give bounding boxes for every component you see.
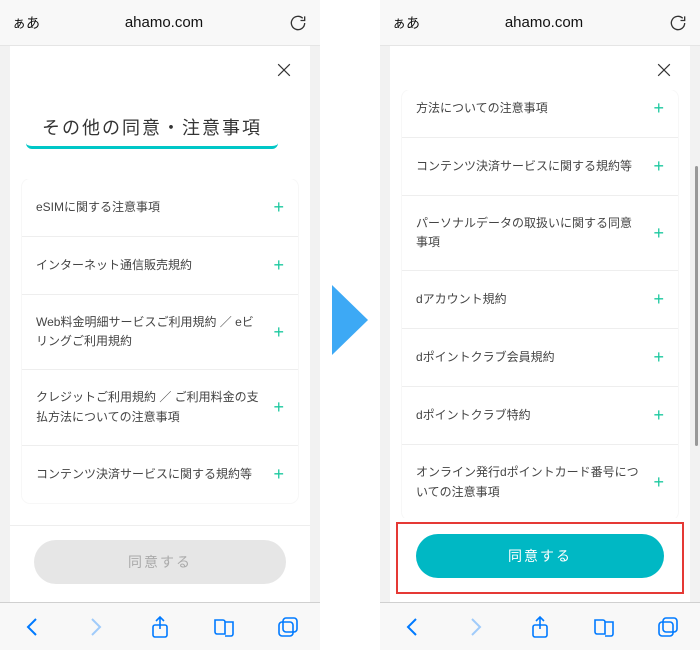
app-frame: 方法についての注意事項 + コンテンツ決済サービスに関する規約等 + パーソナル… xyxy=(390,46,690,602)
expand-icon[interactable]: + xyxy=(653,223,664,244)
back-icon[interactable] xyxy=(20,615,44,639)
agreement-row[interactable]: クレジットご利用規約 ／ ご利用料金の支払方法についての注意事項 + xyxy=(22,370,298,445)
tabs-icon[interactable] xyxy=(276,615,300,639)
text-size-button[interactable]: ぁあ xyxy=(392,13,420,33)
agreement-row[interactable]: Web料金明細サービスご利用規約 ／ eビリングご利用規約 + xyxy=(22,295,298,370)
expand-icon[interactable]: + xyxy=(653,347,664,368)
expand-icon[interactable]: + xyxy=(273,197,284,218)
agreement-label: インターネット通信販売規約 xyxy=(36,256,261,275)
expand-icon[interactable]: + xyxy=(273,255,284,276)
expand-icon[interactable]: + xyxy=(273,397,284,418)
forward-icon xyxy=(84,615,108,639)
close-icon[interactable] xyxy=(654,60,674,80)
agreement-label: パーソナルデータの取扱いに関する同意事項 xyxy=(416,214,641,252)
agree-button-disabled: 同意する xyxy=(34,540,286,584)
text-size-button[interactable]: ぁあ xyxy=(12,13,40,33)
safari-bottom-bar xyxy=(0,602,320,650)
expand-icon[interactable]: + xyxy=(653,289,664,310)
phone-screen-left: ぁあ ahamo.com その他の同意・注意事項 xyxy=(0,0,320,650)
expand-icon[interactable]: + xyxy=(653,405,664,426)
bookmarks-icon[interactable] xyxy=(212,615,236,639)
agreement-row[interactable]: オンライン発行dポイントカード番号についての注意事項 + xyxy=(402,445,678,518)
agreement-row[interactable]: 方法についての注意事項 + xyxy=(402,90,678,138)
bookmarks-icon[interactable] xyxy=(592,615,616,639)
reload-icon[interactable] xyxy=(288,13,308,33)
address-bar-url[interactable]: ahamo.com xyxy=(505,14,583,31)
back-icon[interactable] xyxy=(400,615,424,639)
section-title: その他の同意・注意事項 xyxy=(26,90,278,149)
close-icon[interactable] xyxy=(274,60,294,80)
safari-top-bar: ぁあ ahamo.com xyxy=(380,0,700,46)
agreement-row[interactable]: dポイントクラブ特約 + xyxy=(402,387,678,445)
agreement-row[interactable]: コンテンツ決済サービスに関する規約等 + xyxy=(402,138,678,196)
share-icon[interactable] xyxy=(528,615,552,639)
expand-icon[interactable]: + xyxy=(273,464,284,485)
agreement-row[interactable]: コンテンツ決済サービスに関する規約等 + xyxy=(22,446,298,503)
arrow-icon xyxy=(330,280,370,360)
agree-bar: 同意する xyxy=(10,525,310,602)
expand-icon[interactable]: + xyxy=(273,322,284,343)
agreement-row[interactable]: インターネット通信販売規約 + xyxy=(22,237,298,295)
agreement-label: オンライン発行dポイントカード番号についての注意事項 xyxy=(416,463,641,501)
agreement-label: dポイントクラブ会員規約 xyxy=(416,348,641,367)
agreement-label: コンテンツ決済サービスに関する規約等 xyxy=(416,157,641,176)
agreement-label: eSIMに関する注意事項 xyxy=(36,198,261,217)
share-icon[interactable] xyxy=(148,615,172,639)
reload-icon[interactable] xyxy=(668,13,688,33)
safari-bottom-bar xyxy=(380,602,700,650)
scroll-indicator[interactable] xyxy=(695,166,698,446)
agreement-label: クレジットご利用規約 ／ ご利用料金の支払方法についての注意事項 xyxy=(36,388,261,426)
agreement-label: コンテンツ決済サービスに関する規約等 xyxy=(36,465,261,484)
expand-icon[interactable]: + xyxy=(653,472,664,493)
phone-screen-right: ぁあ ahamo.com 方法についての注意事項 + xyxy=(380,0,700,650)
agreement-row[interactable]: eSIMに関する注意事項 + xyxy=(22,179,298,237)
forward-icon xyxy=(464,615,488,639)
agreement-list: 方法についての注意事項 + コンテンツ決済サービスに関する規約等 + パーソナル… xyxy=(390,90,690,518)
agreement-label: 方法についての注意事項 xyxy=(416,99,641,118)
expand-icon[interactable]: + xyxy=(653,156,664,177)
expand-icon[interactable]: + xyxy=(653,98,664,119)
agreement-list: eSIMに関する注意事項 + インターネット通信販売規約 + Web料金明細サー… xyxy=(10,179,310,525)
app-frame: その他の同意・注意事項 eSIMに関する注意事項 + インターネット通信販売規約… xyxy=(10,46,310,602)
address-bar-url[interactable]: ahamo.com xyxy=(125,14,203,31)
agreement-label: Web料金明細サービスご利用規約 ／ eビリングご利用規約 xyxy=(36,313,261,351)
agreement-row[interactable]: dポイントクラブ会員規約 + xyxy=(402,329,678,387)
agreement-label: dポイントクラブ特約 xyxy=(416,406,641,425)
agreement-row[interactable]: dアカウント規約 + xyxy=(402,271,678,329)
page-content: 方法についての注意事項 + コンテンツ決済サービスに関する規約等 + パーソナル… xyxy=(380,46,700,602)
agreement-label: dアカウント規約 xyxy=(416,290,641,309)
safari-top-bar: ぁあ ahamo.com xyxy=(0,0,320,46)
agree-button[interactable]: 同意する xyxy=(416,534,664,578)
agree-highlight-box: 同意する xyxy=(396,522,684,594)
tabs-icon[interactable] xyxy=(656,615,680,639)
agreement-row[interactable]: パーソナルデータの取扱いに関する同意事項 + xyxy=(402,196,678,271)
page-content: その他の同意・注意事項 eSIMに関する注意事項 + インターネット通信販売規約… xyxy=(0,46,320,602)
